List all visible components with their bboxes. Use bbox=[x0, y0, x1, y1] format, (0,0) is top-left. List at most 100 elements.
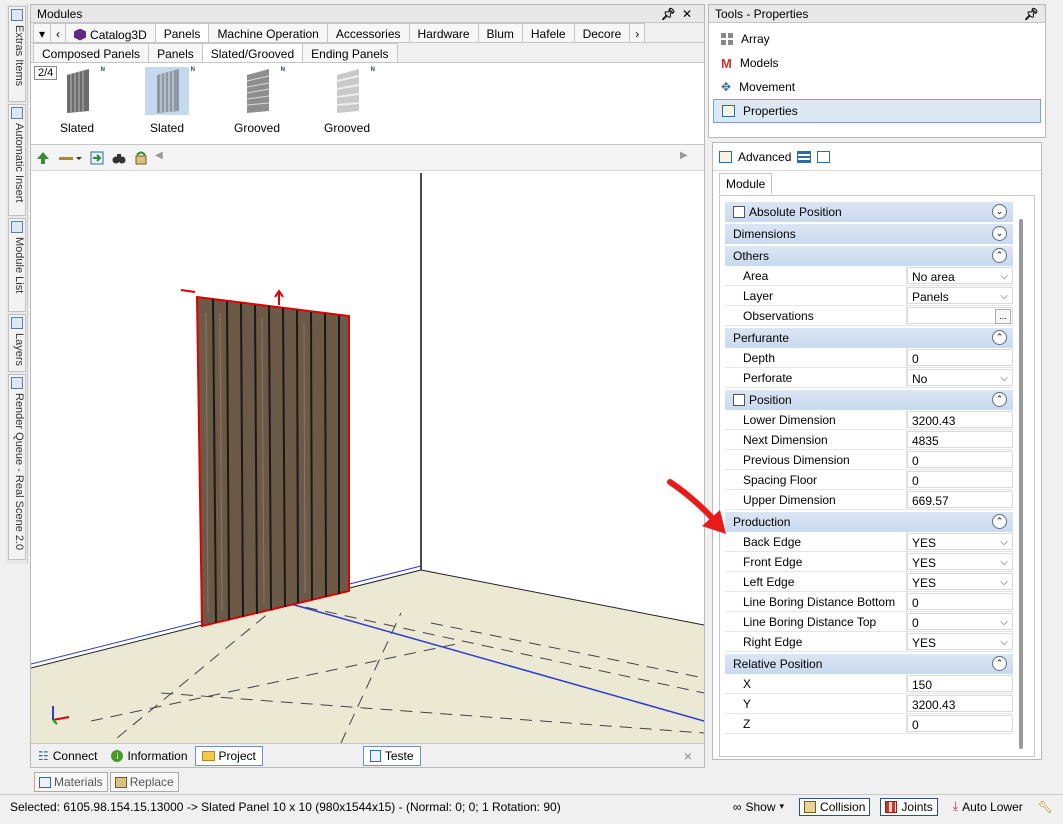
prop-select-left-edge[interactable]: YES ⌵ bbox=[907, 573, 1013, 590]
tab-module[interactable]: Module bbox=[719, 173, 773, 194]
subtab-ending-panels[interactable]: Ending Panels bbox=[302, 43, 398, 62]
tab-teste[interactable]: Teste bbox=[362, 745, 421, 766]
collision-toggle[interactable]: Collision bbox=[799, 797, 871, 816]
tab-replace[interactable]: Replace bbox=[109, 772, 179, 792]
ellipsis-button[interactable]: ... bbox=[995, 309, 1011, 324]
chevron-down-icon[interactable]: ⌵ bbox=[1000, 574, 1008, 592]
tab-machine-operation[interactable]: Machine Operation bbox=[208, 23, 328, 42]
tab-automatic-insert[interactable]: Automatic Insert bbox=[8, 104, 26, 216]
chevron-down-icon[interactable]: ⌵ bbox=[1000, 288, 1008, 306]
chevron-down-icon[interactable]: ⌵ bbox=[1000, 268, 1008, 286]
tab-hafele[interactable]: Hafele bbox=[521, 23, 575, 42]
prop-input-upper-dimension[interactable]: 669.57 bbox=[907, 491, 1013, 508]
chevron-down-icon[interactable]: ⌵ bbox=[1000, 554, 1008, 572]
tab-layers[interactable]: Layers bbox=[8, 314, 26, 372]
prop-select-front-edge[interactable]: YES ⌵ bbox=[907, 553, 1013, 570]
prop-input-depth[interactable]: 0 bbox=[907, 349, 1013, 366]
chevron-up-icon[interactable]: ⌃ bbox=[992, 656, 1007, 671]
prop-input-line-boring-bottom[interactable]: 0 bbox=[907, 593, 1013, 610]
section-perfurante[interactable]: Perfurante ⌃ bbox=[725, 328, 1013, 348]
tab-scroll-right[interactable]: › bbox=[629, 23, 646, 42]
document-icon bbox=[369, 749, 381, 762]
close-icon[interactable]: ✕ bbox=[682, 7, 698, 21]
section-position[interactable]: Position ⌃ bbox=[725, 390, 1013, 410]
tab-accessories[interactable]: Accessories bbox=[326, 23, 410, 42]
section-absolute-position[interactable]: Absolute Position ⌄ bbox=[725, 202, 1013, 222]
tab-information[interactable]: i Information bbox=[104, 746, 194, 766]
prop-select-back-edge[interactable]: YES ⌵ bbox=[907, 533, 1013, 550]
chevron-down-icon[interactable]: ⌵ bbox=[1000, 634, 1008, 652]
chevron-up-icon[interactable]: ⌃ bbox=[992, 330, 1007, 345]
pin-icon[interactable]: 📌︎ bbox=[1024, 7, 1039, 21]
prop-input-next-dimension[interactable]: 4835 bbox=[907, 431, 1013, 448]
section-production[interactable]: Production ⌃ bbox=[725, 512, 1013, 532]
tool-array[interactable]: Array bbox=[713, 27, 1041, 51]
binoculars-icon[interactable] bbox=[111, 150, 127, 166]
tab-materials[interactable]: Materials bbox=[34, 772, 108, 792]
subtab-composed-panels[interactable]: Composed Panels bbox=[33, 43, 150, 62]
thumb-slated-1[interactable]: N Slated bbox=[53, 65, 105, 143]
tool-models[interactable]: M Models bbox=[713, 51, 1041, 75]
joints-toggle[interactable]: Joints bbox=[880, 797, 938, 816]
prop-select-layer[interactable]: Panels ⌵ bbox=[907, 287, 1013, 304]
chevron-up-icon[interactable]: ⌃ bbox=[992, 514, 1007, 529]
tab-panels[interactable]: Panels bbox=[154, 23, 210, 42]
tab-render-queue[interactable]: Render Queue - Real Scene 2.0 bbox=[8, 374, 26, 560]
chevron-down-icon[interactable]: ⌵ bbox=[1000, 534, 1008, 552]
alphabetical-icon[interactable] bbox=[817, 150, 831, 163]
subtab-slated-grooved[interactable]: Slated/Grooved bbox=[201, 43, 304, 62]
slated-panel[interactable] bbox=[180, 289, 350, 628]
prop-select-right-edge[interactable]: YES ⌵ bbox=[907, 633, 1013, 650]
section-others[interactable]: Others ⌃ bbox=[725, 246, 1013, 266]
tab-hardware[interactable]: Hardware bbox=[408, 23, 479, 42]
line-style-dropdown-icon[interactable] bbox=[57, 150, 83, 166]
chevron-down-icon[interactable]: ⌵ bbox=[1000, 370, 1008, 388]
property-scrollbar[interactable] bbox=[1019, 219, 1023, 749]
wrench-icon[interactable]: 🔧︎ bbox=[1038, 800, 1053, 814]
tool-properties[interactable]: Properties bbox=[713, 99, 1041, 123]
pin-icon[interactable]: 📌︎ bbox=[661, 7, 682, 21]
prop-input-spacing-floor[interactable]: 0 bbox=[907, 471, 1013, 488]
tab-scroll-left[interactable]: ‹ bbox=[50, 23, 67, 42]
prop-input-observations[interactable]: ... bbox=[907, 307, 1013, 324]
replace-icon[interactable] bbox=[133, 150, 149, 166]
prop-input-y[interactable]: 3200.43 bbox=[907, 695, 1013, 712]
chevron-down-icon[interactable]: ⌄ bbox=[992, 226, 1007, 241]
thumb-grooved-2[interactable]: N Grooved bbox=[323, 65, 375, 143]
tab-extras-items[interactable]: Extras Items bbox=[8, 6, 26, 102]
advanced-button[interactable]: Advanced bbox=[738, 150, 791, 164]
show-button[interactable]: ∞ Show ▾ bbox=[728, 798, 789, 816]
auto-lower-toggle[interactable]: ⤓ Auto Lower bbox=[948, 797, 1028, 816]
chevron-up-icon[interactable]: ⌃ bbox=[992, 392, 1007, 407]
prop-select-line-boring-top[interactable]: 0 ⌵ bbox=[907, 613, 1013, 630]
prop-input-z[interactable]: 0 bbox=[907, 715, 1013, 732]
thumb-grooved-1[interactable]: N Grooved bbox=[233, 65, 285, 143]
3d-viewport[interactable] bbox=[31, 173, 704, 743]
subtab-panels[interactable]: Panels bbox=[148, 43, 203, 62]
section-dimensions[interactable]: Dimensions ⌄ bbox=[725, 224, 1013, 244]
up-arrow-icon[interactable] bbox=[35, 150, 51, 166]
tab-connect[interactable]: ☷ Connect bbox=[31, 746, 104, 766]
prop-input-previous-dimension[interactable]: 0 bbox=[907, 451, 1013, 468]
categorized-icon[interactable] bbox=[797, 150, 812, 163]
prop-input-x[interactable]: 150 bbox=[907, 675, 1013, 692]
close-icon[interactable]: × bbox=[684, 748, 692, 764]
tab-dropdown[interactable]: ▾ bbox=[33, 23, 52, 42]
scroll-left-icon[interactable]: ◀ bbox=[155, 150, 171, 166]
chevron-up-icon[interactable]: ⌃ bbox=[992, 248, 1007, 263]
section-relative-position[interactable]: Relative Position ⌃ bbox=[725, 654, 1013, 674]
prop-select-perforate[interactable]: No ⌵ bbox=[907, 369, 1013, 386]
tool-movement[interactable]: ✥ Movement bbox=[713, 75, 1041, 99]
prop-select-area[interactable]: No area ⌵ bbox=[907, 267, 1013, 284]
chevron-down-icon[interactable]: ⌵ bbox=[1000, 614, 1008, 632]
tab-decore[interactable]: Decore bbox=[573, 23, 631, 42]
tab-catalog3d[interactable]: Catalog3D bbox=[65, 23, 156, 42]
tab-module-list[interactable]: Module List bbox=[8, 218, 26, 312]
scroll-right-icon[interactable]: ▶ bbox=[680, 150, 696, 166]
tab-blum[interactable]: Blum bbox=[477, 23, 523, 42]
prop-input-lower-dimension[interactable]: 3200.43 bbox=[907, 411, 1013, 428]
import-icon[interactable] bbox=[89, 150, 105, 166]
thumb-slated-2[interactable]: N Slated bbox=[143, 65, 195, 143]
chevron-down-icon[interactable]: ⌄ bbox=[992, 204, 1007, 219]
tab-project[interactable]: Project bbox=[194, 745, 263, 766]
